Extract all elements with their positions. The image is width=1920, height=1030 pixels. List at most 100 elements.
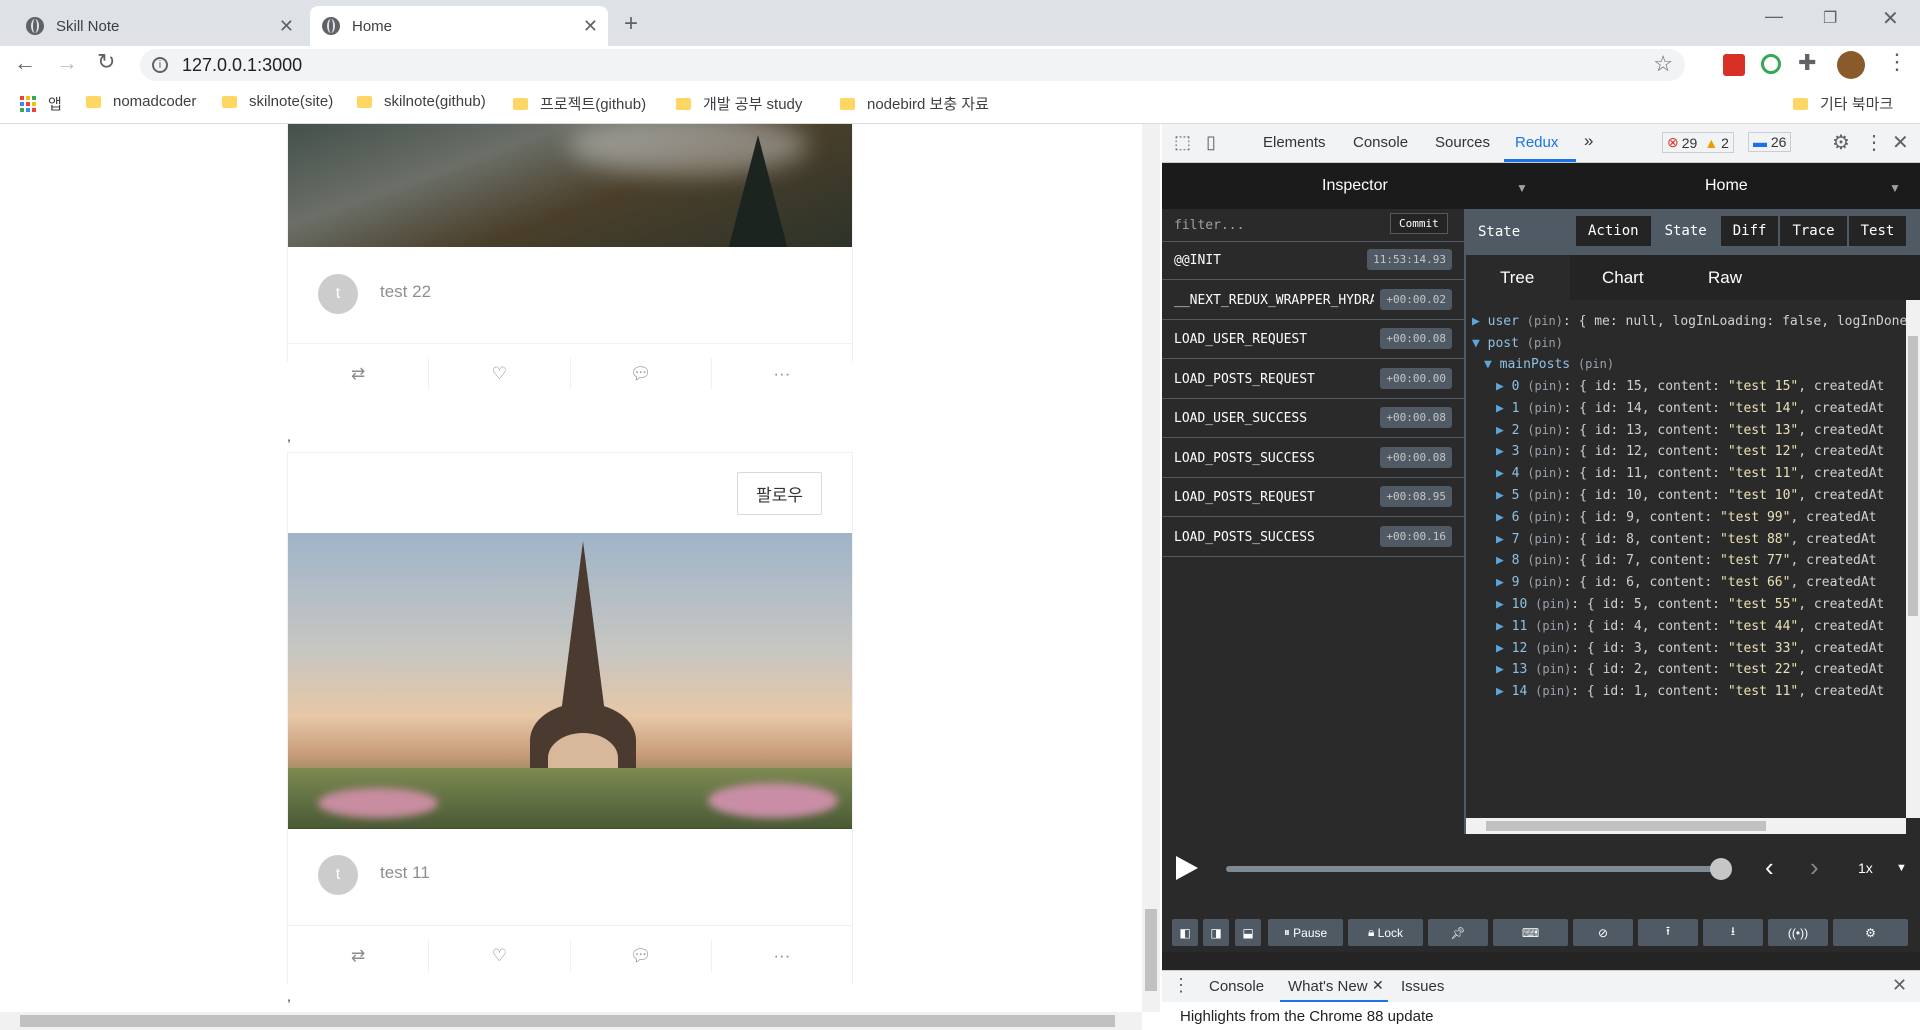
star-icon[interactable]: ☆ [1653, 51, 1673, 77]
close-icon[interactable]: ✕ [583, 16, 598, 37]
window-close-icon[interactable]: ✕ [1882, 6, 1899, 31]
heart-icon[interactable]: ♡ [429, 358, 571, 390]
bookmark-skilnote-github[interactable]: skilnote(github) [357, 93, 486, 110]
retweet-icon[interactable]: ⇄ [288, 940, 430, 972]
settings-gear-icon[interactable]: ⚙ [1832, 130, 1850, 155]
post-image-eiffel[interactable] [288, 533, 852, 829]
bookmark-nomadcoder[interactable]: nomadcoder [86, 93, 196, 110]
comment-icon[interactable]: 💬︎ [571, 358, 712, 390]
tree-node-post[interactable]: ▼ post (pin) [1472, 336, 1563, 351]
download-icon[interactable]: ⭳ [1703, 919, 1763, 946]
action-row[interactable]: @@INIT 11:53:14.93 [1162, 241, 1464, 280]
playback-speed-select[interactable]: 1x [1858, 860, 1873, 876]
step-forward-icon[interactable]: › [1810, 852, 1819, 883]
tree-horizontal-scrollbar[interactable] [1466, 818, 1906, 834]
ellipsis-icon[interactable]: ··· [712, 358, 852, 390]
caret-right-icon[interactable]: ▶ [1496, 423, 1512, 438]
vertical-scrollbar[interactable] [1142, 124, 1160, 1012]
caret-down-icon[interactable]: ▼ [1484, 357, 1492, 372]
back-icon[interactable]: ← [14, 50, 36, 76]
minimize-icon[interactable]: — [1765, 6, 1783, 27]
tab-elements[interactable]: Elements [1263, 134, 1326, 151]
caret-right-icon[interactable]: ▶ [1496, 466, 1512, 481]
action-row[interactable]: LOAD_POSTS_SUCCESS +00:00.08 [1162, 439, 1464, 478]
tab-skill-note[interactable]: Skill Note ✕ [14, 6, 304, 46]
tree-node-post-item[interactable]: ▶ 2 (pin): { id: 13, content: "test 13",… [1496, 423, 1884, 438]
play-icon[interactable] [1176, 856, 1198, 880]
bookmark-skilnote-site[interactable]: skilnote(site) [222, 93, 333, 110]
bottom-monitor-icon[interactable]: ⬓ [1235, 919, 1261, 946]
reload-icon[interactable]: ↻ [97, 49, 115, 75]
caret-right-icon[interactable]: ▶ [1496, 553, 1512, 568]
action-row[interactable]: LOAD_POSTS_SUCCESS +00:00.16 [1162, 518, 1464, 557]
kebab-menu-icon[interactable]: ⋮ [1886, 49, 1908, 75]
caret-right-icon[interactable]: ▶ [1496, 641, 1512, 656]
tab-chart[interactable]: Chart [1602, 268, 1644, 288]
close-icon[interactable]: ✕ [1372, 977, 1384, 994]
drawer-tab-console[interactable]: Console [1209, 978, 1264, 995]
caret-right-icon[interactable]: ▶ [1496, 510, 1512, 525]
caret-right-icon[interactable]: ▶ [1496, 444, 1512, 459]
info-icon[interactable]: i [152, 57, 168, 73]
error-warning-counter[interactable]: ⊗ 29 ▲ 2 [1662, 132, 1734, 153]
clear-timer-icon[interactable]: ⊘ [1573, 919, 1633, 946]
tree-node-post-item[interactable]: ▶ 6 (pin): { id: 9, content: "test 99", … [1496, 510, 1877, 525]
tree-node-post-item[interactable]: ▶ 10 (pin): { id: 5, content: "test 55",… [1496, 597, 1884, 612]
tree-node-post-item[interactable]: ▶ 5 (pin): { id: 10, content: "test 10",… [1496, 488, 1884, 503]
kebab-menu-icon[interactable]: ⋮ [1172, 975, 1190, 996]
tab-tree[interactable]: Tree [1500, 268, 1534, 288]
restore-icon[interactable]: ❐ [1823, 8, 1837, 28]
tree-node-post-item[interactable]: ▶ 9 (pin): { id: 6, content: "test 66", … [1496, 575, 1877, 590]
inspect-element-icon[interactable]: ⬚ [1174, 132, 1191, 153]
pin-icon[interactable]: 📌︎ [1428, 919, 1488, 946]
tree-node-post-item[interactable]: ▶ 1 (pin): { id: 14, content: "test 14",… [1496, 401, 1884, 416]
chevron-down-icon[interactable]: ▼ [1516, 181, 1528, 195]
action-row[interactable]: LOAD_POSTS_REQUEST +00:08.95 [1162, 478, 1464, 517]
horizontal-scrollbar[interactable] [0, 1012, 1142, 1030]
tree-node-mainposts[interactable]: ▼ mainPosts (pin) [1484, 357, 1614, 372]
tab-home[interactable]: Home ✕ [310, 6, 608, 46]
extension-icon[interactable] [1761, 54, 1781, 74]
bookmark-nodebird[interactable]: nodebird 보충 자료 [840, 93, 989, 114]
action-row[interactable]: __NEXT_REDUX_WRAPPER_HYDRATE__ +00:00.02 [1162, 281, 1464, 320]
chevron-down-icon[interactable]: ▼ [1889, 181, 1901, 195]
caret-right-icon[interactable]: ▶ [1496, 662, 1512, 677]
tree-node-post-item[interactable]: ▶ 8 (pin): { id: 7, content: "test 77", … [1496, 553, 1877, 568]
follow-button[interactable]: 팔로우 [737, 472, 822, 515]
post-image-mountains[interactable] [288, 124, 852, 247]
close-devtools-icon[interactable]: ✕ [1892, 130, 1909, 155]
commit-button[interactable]: Commit [1390, 213, 1448, 234]
bookmark-apps[interactable]: 앱 [20, 93, 62, 114]
lock-button[interactable]: 🔒︎ Lock [1348, 919, 1423, 946]
comment-icon[interactable]: 💬︎ [571, 940, 712, 972]
tree-vertical-scrollbar[interactable] [1906, 300, 1920, 818]
scrollbar-thumb[interactable] [1486, 821, 1766, 831]
heart-icon[interactable]: ♡ [429, 940, 571, 972]
ellipsis-icon[interactable]: ··· [712, 940, 852, 972]
caret-right-icon[interactable]: ▶ [1496, 379, 1512, 394]
tab-console[interactable]: Console [1353, 134, 1408, 151]
new-tab-icon[interactable]: + [624, 10, 638, 38]
tab-raw[interactable]: Raw [1708, 268, 1742, 288]
message-counter[interactable]: ▬ 26 [1748, 132, 1792, 152]
left-monitor-icon[interactable]: ◧ [1172, 919, 1198, 946]
kebab-menu-icon[interactable]: ⋮ [1864, 130, 1884, 155]
tab-diff[interactable]: Diff [1719, 215, 1780, 247]
drawer-tab-whats-new[interactable]: What's New [1288, 978, 1368, 995]
device-toolbar-icon[interactable]: ▯ [1206, 132, 1216, 153]
caret-right-icon[interactable]: ▶ [1496, 619, 1512, 634]
chevron-down-icon[interactable]: ▼ [1896, 862, 1907, 874]
tab-test[interactable]: Test [1847, 215, 1908, 247]
extensions-puzzle-icon[interactable]: ✚ [1798, 50, 1816, 76]
slider-track[interactable] [1226, 866, 1726, 872]
tab-sources[interactable]: Sources [1435, 134, 1490, 151]
upload-icon[interactable]: ⭱ [1638, 919, 1698, 946]
caret-right-icon[interactable]: ▶ [1472, 314, 1480, 329]
retweet-icon[interactable]: ⇄ [288, 358, 430, 390]
tree-node-post-item[interactable]: ▶ 14 (pin): { id: 1, content: "test 11",… [1496, 684, 1884, 699]
remote-icon[interactable]: ((•)) [1768, 919, 1828, 946]
caret-right-icon[interactable]: ▶ [1496, 575, 1512, 590]
action-row[interactable]: LOAD_USER_SUCCESS +00:00.08 [1162, 399, 1464, 438]
pause-button[interactable]: ⏸︎ Pause [1268, 919, 1343, 946]
caret-down-icon[interactable]: ▼ [1472, 336, 1480, 351]
